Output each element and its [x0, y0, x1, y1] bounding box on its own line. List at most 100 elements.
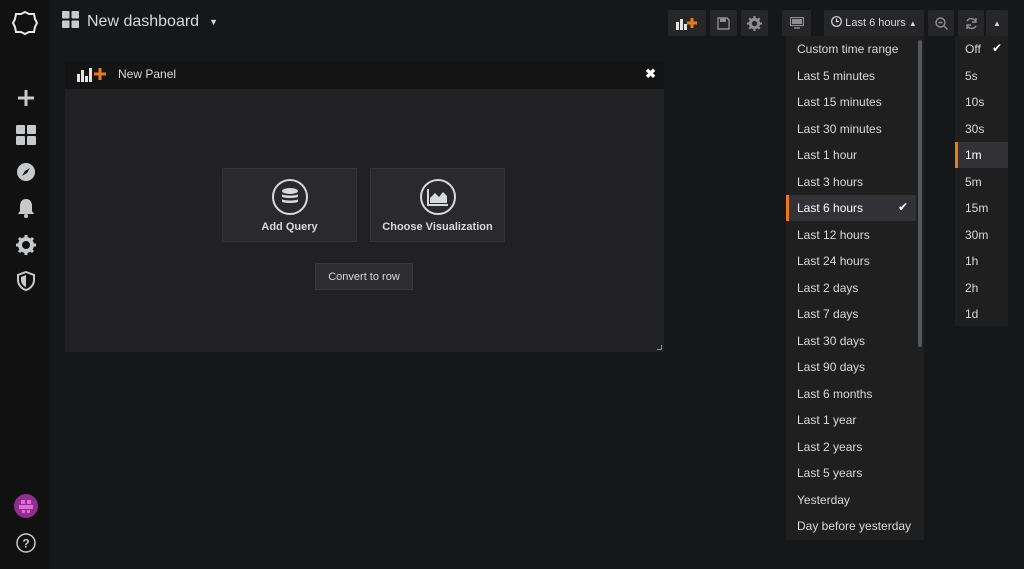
refresh-interval-option-label: 15m: [965, 201, 989, 215]
refresh-interval-option[interactable]: 5s: [955, 63, 1008, 89]
time-range-option[interactable]: Last 5 minutes: [786, 63, 916, 89]
new-panel: New Panel ✖ Add Query Choose Visualizati…: [65, 61, 664, 352]
time-range-option-label: Last 7 days: [797, 307, 859, 321]
time-range-option-label: Last 5 minutes: [797, 68, 876, 83]
time-range-option-label: Yesterday: [797, 492, 850, 507]
refresh-interval-option-label: 10s: [965, 95, 985, 109]
time-range-option-label: Last 15 minutes: [797, 95, 882, 109]
refresh-interval-option[interactable]: 30s: [955, 116, 1008, 142]
time-range-option-label: Last 5 years: [797, 466, 863, 480]
time-range-option[interactable]: Last 30 minutes: [786, 116, 916, 142]
time-range-option[interactable]: Day before yesterday: [786, 513, 916, 539]
svg-text:?: ?: [22, 537, 29, 551]
time-range-option[interactable]: Last 7 days: [786, 301, 916, 327]
time-range-option[interactable]: Custom time range: [786, 36, 916, 62]
time-range-option[interactable]: Last 30 days: [786, 328, 916, 354]
dashboard-title: New dashboard: [87, 13, 200, 30]
refresh-interval-option-label: 1m: [965, 148, 982, 162]
time-range-option[interactable]: Last 2 days: [786, 275, 916, 301]
refresh-interval-option[interactable]: 30m: [955, 222, 1008, 248]
area-chart-icon: [419, 179, 456, 215]
convert-to-row-button[interactable]: Convert to row: [315, 263, 413, 290]
close-icon[interactable]: ✖: [645, 66, 656, 82]
time-range-option-label: Last 90 days: [797, 360, 866, 374]
refresh-interval-option-label: 30m: [965, 227, 989, 242]
clock-icon: [831, 16, 843, 30]
time-range-option[interactable]: Last 3 hours: [786, 169, 916, 195]
refresh-interval-dropdown[interactable]: ▲: [986, 10, 1008, 36]
check-icon: ✔: [991, 41, 1002, 55]
zoom-out-button[interactable]: [928, 10, 954, 36]
refresh-interval-option-label: 30s: [965, 121, 985, 136]
refresh-interval-option[interactable]: 10s: [955, 89, 1008, 115]
refresh-interval-option[interactable]: 5m: [955, 169, 1008, 195]
refresh-interval-option[interactable]: Off ✔: [955, 36, 1008, 62]
choose-visualization-label: Choose Visualization: [382, 221, 493, 233]
refresh-interval-option-label: 2h: [965, 280, 979, 295]
refresh-interval-option-label: 5m: [965, 174, 982, 189]
caret-up-icon: ▲: [908, 18, 917, 28]
time-range-option-label: Custom time range: [797, 42, 899, 56]
refresh-interval-option[interactable]: 15m: [955, 195, 1008, 221]
avatar[interactable]: [13, 493, 39, 519]
time-range-option-label: Last 3 hours: [797, 174, 864, 189]
save-dashboard-button[interactable]: [710, 10, 737, 36]
shield-icon[interactable]: [13, 268, 39, 294]
panel-title: New Panel: [118, 67, 177, 81]
tv-mode-button[interactable]: [782, 10, 811, 36]
database-icon: [271, 179, 308, 215]
plus-icon[interactable]: [13, 85, 39, 111]
refresh-interval-option[interactable]: 1m: [955, 142, 1008, 168]
settings-gear-button[interactable]: [741, 10, 768, 36]
time-range-option[interactable]: Yesterday: [786, 487, 916, 513]
resize-handle[interactable]: [657, 345, 662, 350]
refresh-interval-option[interactable]: 2h: [955, 275, 1008, 301]
time-range-option[interactable]: Last 6 hours ✔: [786, 195, 916, 221]
refresh-interval-option-label: Off: [965, 42, 981, 56]
time-range-option-label: Last 1 hour: [797, 148, 858, 162]
add-panel-icon: [77, 66, 107, 87]
time-range-option[interactable]: Last 5 years: [786, 460, 916, 486]
caret-up-icon: ▲: [993, 18, 1001, 28]
time-range-option-label: Last 12 hours: [797, 227, 870, 242]
time-range-option-label: Last 30 days: [797, 333, 866, 348]
time-range-option-label: Last 1 year: [797, 413, 857, 427]
refresh-interval-option-label: 1h: [965, 254, 979, 268]
refresh-interval-option[interactable]: 1h: [955, 248, 1008, 274]
dashboard-title-picker[interactable]: New dashboard ▼: [62, 10, 218, 34]
scrollbar[interactable]: [916, 40, 924, 536]
refresh-interval-option-label: 1d: [965, 307, 979, 321]
time-range-option-label: Last 6 months: [797, 386, 873, 401]
grafana-logo-icon[interactable]: [10, 8, 40, 38]
add-panel-button[interactable]: [668, 10, 706, 36]
add-query-button[interactable]: Add Query: [222, 168, 357, 242]
dashboards-grid-icon: [62, 11, 79, 33]
refresh-interval-option[interactable]: 1d: [955, 301, 1008, 327]
time-range-option[interactable]: Last 1 year: [786, 407, 916, 433]
dashboards-grid-icon[interactable]: [13, 122, 39, 148]
time-range-option-label: Last 2 years: [797, 439, 863, 454]
time-range-picker-button[interactable]: Last 6 hours ▲: [824, 10, 924, 36]
refresh-interval-menu: Off ✔ 5s 10s 30s 1m 5m 15m 30m 1h 2h 1d: [955, 36, 1008, 326]
scrollbar-thumb[interactable]: [918, 40, 922, 347]
time-range-option[interactable]: Last 1 hour: [786, 142, 916, 168]
time-range-option[interactable]: Last 90 days: [786, 354, 916, 380]
question-icon[interactable]: ?: [13, 530, 39, 556]
time-range-menu: Custom time range Last 5 minutes Last 15 m…: [786, 36, 924, 540]
time-range-option-label: Last 30 minutes: [797, 121, 882, 136]
refresh-interval-option-label: 5s: [965, 68, 978, 83]
refresh-button[interactable]: [958, 10, 984, 36]
check-icon: ✔: [897, 200, 908, 214]
time-range-option[interactable]: Last 24 hours: [786, 248, 916, 274]
compass-icon[interactable]: [13, 159, 39, 185]
time-range-option[interactable]: Last 2 years: [786, 434, 916, 460]
time-range-option[interactable]: Last 15 minutes: [786, 89, 916, 115]
time-range-option[interactable]: Last 6 months: [786, 381, 916, 407]
time-range-option-label: Last 2 days: [797, 280, 859, 295]
gear-icon[interactable]: [13, 232, 39, 258]
time-range-option-label: Last 6 hours: [797, 201, 864, 215]
time-range-option-label: Day before yesterday: [797, 519, 912, 533]
choose-visualization-button[interactable]: Choose Visualization: [370, 168, 505, 242]
bell-icon[interactable]: [13, 195, 39, 221]
time-range-option[interactable]: Last 12 hours: [786, 222, 916, 248]
